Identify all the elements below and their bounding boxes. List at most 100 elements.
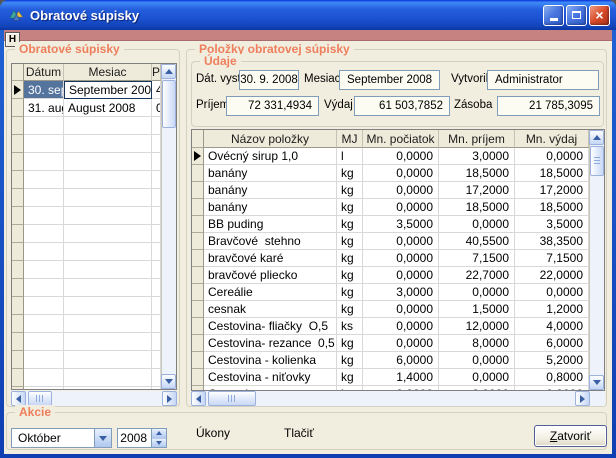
cell-datum[interactable]: 31. august bbox=[24, 99, 64, 117]
cell-mj[interactable]: kg bbox=[337, 267, 363, 284]
cell-datum[interactable]: 30. september bbox=[24, 81, 64, 99]
cell-mesiac[interactable]: September 2008 bbox=[64, 81, 152, 99]
cell-mj[interactable]: kg bbox=[337, 284, 363, 301]
cell-pociatok[interactable]: 0,0000 bbox=[363, 335, 439, 352]
table-row[interactable]: cesnak kg 0,0000 1,5000 1,2000 bbox=[192, 301, 604, 318]
cell-mj[interactable]: ks bbox=[337, 318, 363, 335]
scrollbar-thumb[interactable] bbox=[28, 391, 52, 406]
scroll-left-button[interactable] bbox=[191, 391, 206, 406]
column-header-pociatok[interactable]: Mn. počiatok bbox=[363, 130, 439, 148]
scrollbar-thumb[interactable] bbox=[208, 391, 256, 406]
cell-prijem[interactable]: 22,7000 bbox=[439, 267, 515, 284]
minimize-button[interactable] bbox=[543, 5, 564, 26]
table-row[interactable]: Cereálie kg 3,0000 0,0000 0,0000 bbox=[192, 284, 604, 301]
cell-pociatok[interactable]: 0,0000 bbox=[363, 250, 439, 267]
cell-nazov[interactable]: cesnak bbox=[204, 301, 337, 318]
cell-nazov[interactable]: bravčové karé bbox=[204, 250, 337, 267]
cell-pociatok[interactable]: 0,0000 bbox=[363, 182, 439, 199]
zatvorit-button[interactable]: Zatvoriť bbox=[534, 425, 607, 447]
cell-nazov[interactable]: Bravčové stehno bbox=[204, 233, 337, 250]
cell-mj[interactable]: kg bbox=[337, 335, 363, 352]
cell-mj[interactable]: kg bbox=[337, 199, 363, 216]
cell-vydaj[interactable]: 0,8000 bbox=[515, 369, 589, 386]
scroll-right-button[interactable] bbox=[162, 391, 177, 406]
table-row[interactable]: Cestovina- rezance 0,5 kg 0,0000 8,0000 … bbox=[192, 335, 604, 352]
column-header-nazov[interactable]: Názov položky bbox=[204, 130, 337, 148]
cell-vydaj[interactable]: 3,5000 bbox=[515, 216, 589, 233]
cell-prijem[interactable]: 18,5000 bbox=[439, 165, 515, 182]
spin-down-button[interactable] bbox=[152, 438, 166, 448]
cell-prijem[interactable]: 0,0000 bbox=[439, 216, 515, 233]
mesiac-field[interactable]: September 2008 bbox=[339, 70, 440, 90]
dates-vertical-scrollbar[interactable] bbox=[161, 64, 176, 389]
cell-mj[interactable]: kg bbox=[337, 216, 363, 233]
cell-vydaj[interactable]: 0,0000 bbox=[515, 148, 589, 165]
dat-vyst-field[interactable]: 30. 9. 2008 bbox=[239, 70, 299, 90]
table-row[interactable]: 31. august August 2008 0 bbox=[12, 99, 176, 117]
column-header-p[interactable]: P bbox=[152, 64, 161, 81]
cell-nazov[interactable]: banány bbox=[204, 165, 337, 182]
cell-vydaj[interactable]: 5,2000 bbox=[515, 352, 589, 369]
zasoba-field[interactable]: 21 785,3095 bbox=[497, 96, 600, 116]
tlacit-button[interactable]: Tlačiť bbox=[284, 426, 314, 440]
cell-vydaj[interactable]: 18,5000 bbox=[515, 165, 589, 182]
scroll-left-button[interactable] bbox=[11, 391, 26, 406]
cell-pociatok[interactable]: 0,0000 bbox=[363, 267, 439, 284]
cell-prijem[interactable]: 0,0000 bbox=[439, 369, 515, 386]
items-vertical-scrollbar[interactable] bbox=[589, 130, 604, 390]
table-row[interactable]: Cestovina - niťovky kg 1,4000 0,0000 0,8… bbox=[192, 369, 604, 386]
items-horizontal-scrollbar[interactable] bbox=[191, 391, 590, 406]
cell-vydaj[interactable]: 6,0000 bbox=[515, 335, 589, 352]
table-row[interactable]: Bravčové stehno kg 0,0000 40,5500 38,350… bbox=[192, 233, 604, 250]
cell-prijem[interactable]: 17,2000 bbox=[439, 182, 515, 199]
cell-pociatok[interactable]: 6,0000 bbox=[363, 352, 439, 369]
cell-extra[interactable]: 4 bbox=[152, 81, 161, 99]
cell-mj[interactable]: kg bbox=[337, 301, 363, 318]
dropdown-button[interactable] bbox=[94, 429, 111, 447]
cell-mj[interactable]: l bbox=[337, 148, 363, 165]
table-row[interactable]: Cestovina- fliačky O,5 ks 0,0000 12,0000… bbox=[192, 318, 604, 335]
vytvoril-field[interactable]: Administrator bbox=[487, 70, 599, 90]
cell-mj[interactable]: kg bbox=[337, 182, 363, 199]
cell-pociatok[interactable]: 0,0000 bbox=[363, 165, 439, 182]
cell-mj[interactable]: kg bbox=[337, 369, 363, 386]
cell-prijem[interactable]: 3,0000 bbox=[439, 148, 515, 165]
table-row[interactable]: bravčové karé kg 0,0000 7,1500 7,1500 bbox=[192, 250, 604, 267]
cell-pociatok[interactable]: 3,5000 bbox=[363, 216, 439, 233]
cell-vydaj[interactable]: 4,0000 bbox=[515, 318, 589, 335]
cell-mj[interactable]: kg bbox=[337, 352, 363, 369]
cell-pociatok[interactable]: 3,0000 bbox=[363, 284, 439, 301]
cell-prijem[interactable]: 40,5500 bbox=[439, 233, 515, 250]
table-row[interactable]: banány kg 0,0000 17,2000 17,2000 bbox=[192, 182, 604, 199]
cell-prijem[interactable]: 18,5000 bbox=[439, 199, 515, 216]
cell-pociatok[interactable]: 0,0000 bbox=[363, 301, 439, 318]
cell-pociatok[interactable]: 0,0000 bbox=[363, 199, 439, 216]
table-row[interactable]: Cestovina - kolienka kg 6,0000 0,0000 5,… bbox=[192, 352, 604, 369]
cell-vydaj[interactable]: 7,1500 bbox=[515, 250, 589, 267]
cell-mj[interactable]: kg bbox=[337, 250, 363, 267]
cell-nazov[interactable]: Cereálie bbox=[204, 284, 337, 301]
cell-nazov[interactable]: banány bbox=[204, 199, 337, 216]
spin-up-button[interactable] bbox=[152, 429, 166, 438]
cell-prijem[interactable]: 12,0000 bbox=[439, 318, 515, 335]
table-row[interactable]: banány kg 0,0000 18,5000 18,5000 bbox=[192, 199, 604, 216]
cell-prijem[interactable]: 1,5000 bbox=[439, 301, 515, 318]
table-row[interactable]: banány kg 0,0000 18,5000 18,5000 bbox=[192, 165, 604, 182]
dates-horizontal-scrollbar[interactable] bbox=[11, 391, 177, 406]
scrollbar-thumb[interactable] bbox=[162, 80, 176, 128]
column-header-datum[interactable]: Dátum bbox=[24, 64, 64, 81]
cell-nazov[interactable]: Ovécný sirup 1,0 bbox=[204, 148, 337, 165]
cell-vydaj[interactable]: 22,0000 bbox=[515, 267, 589, 284]
cell-vydaj[interactable]: 17,2000 bbox=[515, 182, 589, 199]
cell-prijem[interactable]: 7,1500 bbox=[439, 250, 515, 267]
cell-nazov[interactable]: BB puding bbox=[204, 216, 337, 233]
cell-vydaj[interactable]: 38,3500 bbox=[515, 233, 589, 250]
cell-nazov[interactable]: banány bbox=[204, 182, 337, 199]
cell-mj[interactable]: kg bbox=[337, 165, 363, 182]
month-select[interactable]: Október bbox=[11, 428, 112, 448]
table-row[interactable]: BB puding kg 3,5000 0,0000 3,5000 bbox=[192, 216, 604, 233]
cell-vydaj[interactable]: 1,2000 bbox=[515, 301, 589, 318]
table-row[interactable]: bravčové pliecko kg 0,0000 22,7000 22,00… bbox=[192, 267, 604, 284]
cell-vydaj[interactable]: 18,5000 bbox=[515, 199, 589, 216]
cell-pociatok[interactable]: 0,0000 bbox=[363, 318, 439, 335]
